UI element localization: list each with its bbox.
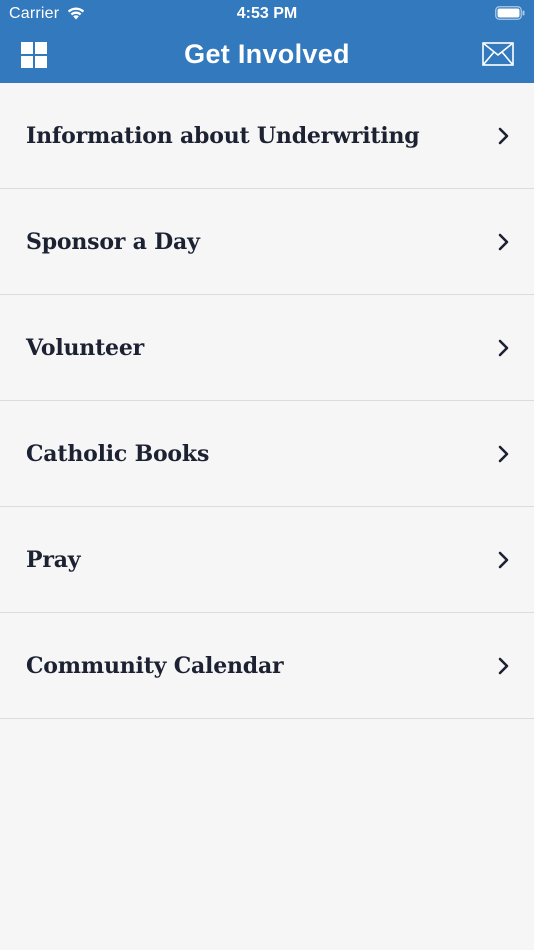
list-item-community-calendar[interactable]: Community Calendar	[0, 613, 534, 719]
list-item-volunteer[interactable]: Volunteer	[0, 295, 534, 401]
list-item-underwriting[interactable]: Information about Underwriting	[0, 83, 534, 189]
list-item-label: Volunteer	[26, 335, 145, 361]
list-item-label: Catholic Books	[26, 441, 210, 467]
menu-list: Information about Underwriting Sponsor a…	[0, 83, 534, 719]
list-item-label: Information about Underwriting	[26, 123, 420, 149]
chevron-right-icon	[498, 339, 509, 357]
page-title: Get Involved	[184, 39, 350, 69]
list-item-pray[interactable]: Pray	[0, 507, 534, 613]
status-time: 4:53 PM	[236, 5, 298, 22]
battery-full-icon	[495, 6, 525, 20]
chevron-right-icon	[498, 657, 509, 675]
list-item-label: Sponsor a Day	[26, 229, 200, 255]
chevron-right-icon	[498, 127, 509, 145]
nav-bar: Get Involved	[0, 28, 534, 83]
list-item-label: Community Calendar	[26, 653, 284, 679]
list-item-sponsor-a-day[interactable]: Sponsor a Day	[0, 189, 534, 295]
mail-icon[interactable]	[482, 42, 514, 66]
chevron-right-icon	[498, 551, 509, 569]
top-bar: Carrier 4:53 PM Get Involved	[0, 0, 534, 83]
chevron-right-icon	[498, 445, 509, 463]
status-bar: Carrier 4:53 PM	[0, 0, 534, 28]
list-item-label: Pray	[26, 547, 81, 573]
list-item-catholic-books[interactable]: Catholic Books	[0, 401, 534, 507]
chevron-right-icon	[498, 233, 509, 251]
